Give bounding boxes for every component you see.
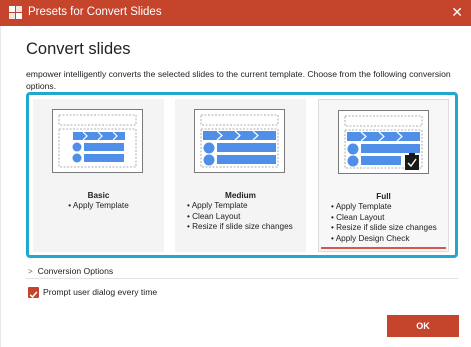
preset-card-full[interactable]: Full • Apply Template • Clean Layout • R… [318, 99, 449, 252]
divider [26, 278, 458, 279]
preset-title: Full [376, 192, 391, 201]
preset-feature: • Apply Design Check [331, 233, 410, 243]
preset-feature: • Apply Template [331, 202, 392, 211]
preset-features: • Apply Template • Clean Layout • Resize… [331, 202, 460, 244]
preset-title: Medium [225, 191, 256, 200]
page-title: Convert slides [26, 40, 131, 58]
medium-preview-icon [194, 109, 285, 173]
window-border [0, 26, 1, 347]
preset-features: • Apply Template [33, 201, 164, 212]
preset-feature: • Clean Layout [187, 211, 241, 221]
preset-card-medium[interactable]: Medium • Apply Template • Clean Layout •… [175, 99, 306, 252]
conversion-options-toggle[interactable]: > Conversion Options [28, 266, 113, 276]
conversion-options-label: Conversion Options [37, 266, 114, 276]
title-bar: Presets for Convert Slides ✕ [0, 0, 471, 26]
preset-feature: • Apply Template [68, 201, 129, 210]
prompt-checkbox[interactable] [28, 287, 39, 299]
preset-feature: • Resize if slide size changes [187, 222, 293, 231]
description-text: empower intelligently converts the selec… [26, 69, 451, 91]
preset-title: Basic [87, 191, 110, 200]
close-icon[interactable]: ✕ [451, 4, 463, 20]
preset-feature: • Apply Template [187, 201, 248, 210]
prompt-checkbox-label[interactable]: Prompt user dialog every time [43, 287, 157, 297]
preset-features: • Apply Template • Clean Layout • Resize… [187, 201, 318, 233]
preset-card-basic[interactable]: Basic • Apply Template [33, 99, 164, 252]
basic-preview-icon [52, 109, 143, 173]
checkmark-icon [29, 291, 38, 299]
ok-button[interactable]: OK [387, 315, 459, 337]
empower-logo-icon [9, 6, 22, 19]
window-title: Presets for Convert Slides [28, 6, 162, 18]
preset-selection-group: Basic • Apply Template Medium • Apply Te… [26, 92, 458, 258]
chevron-right-icon: > [28, 267, 33, 276]
preset-feature: • Resize if slide size changes [331, 223, 437, 232]
preset-feature: • Clean Layout [331, 212, 385, 222]
full-preview-icon [338, 110, 429, 174]
